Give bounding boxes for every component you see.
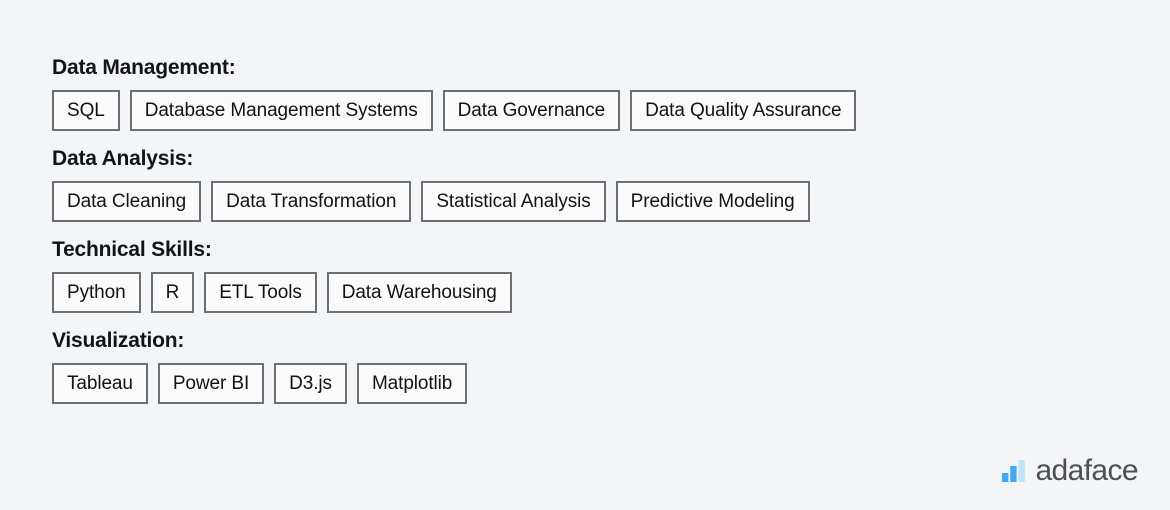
skill-group-technical-skills: Technical Skills: Python R ETL Tools Dat… (52, 238, 1170, 314)
group-heading: Technical Skills: (52, 238, 212, 262)
group-heading: Visualization: (52, 329, 185, 353)
skill-tag[interactable]: Data Warehousing (326, 272, 512, 314)
skill-tag[interactable]: SQL (52, 90, 120, 132)
tag-row: Data Cleaning Data Transformation Statis… (52, 181, 1170, 223)
skill-tag[interactable]: Statistical Analysis (421, 181, 606, 223)
skill-tag[interactable]: Database Management Systems (129, 90, 433, 132)
skill-tag[interactable]: Data Quality Assurance (630, 90, 857, 132)
skill-tag[interactable]: D3.js (274, 363, 347, 405)
tag-row: Python R ETL Tools Data Warehousing (52, 272, 1170, 314)
skill-tag[interactable]: R (150, 272, 195, 314)
skill-tag[interactable]: Data Governance (442, 90, 621, 132)
skill-group-data-analysis: Data Analysis: Data Cleaning Data Transf… (52, 147, 1170, 223)
skill-tag[interactable]: Python (52, 272, 141, 314)
skill-tag[interactable]: Data Cleaning (52, 181, 202, 223)
skill-group-visualization: Visualization: Tableau Power BI D3.js Ma… (52, 329, 1170, 405)
skill-tag[interactable]: Data Transformation (211, 181, 412, 223)
skill-group-data-management: Data Management: SQL Database Management… (52, 56, 1170, 132)
tag-row: SQL Database Management Systems Data Gov… (52, 90, 1170, 132)
skill-tag[interactable]: Matplotlib (356, 363, 468, 405)
skill-tag[interactable]: Predictive Modeling (615, 181, 810, 223)
brand-name: adaface (1035, 454, 1138, 487)
skill-tag[interactable]: Power BI (157, 363, 265, 405)
adaface-logo: adaface (1002, 454, 1139, 487)
group-heading: Data Management: (52, 56, 236, 79)
skill-tag[interactable]: Tableau (52, 363, 148, 405)
group-heading: Data Analysis: (52, 147, 194, 171)
tag-row: Tableau Power BI D3.js Matplotlib (52, 363, 1170, 405)
skills-list: Data Management: SQL Database Management… (52, 56, 1170, 405)
skill-tag[interactable]: ETL Tools (204, 272, 317, 314)
skills-page: Data Management: SQL Database Management… (0, 0, 1170, 510)
bar-chart-logo-icon (1002, 460, 1026, 482)
